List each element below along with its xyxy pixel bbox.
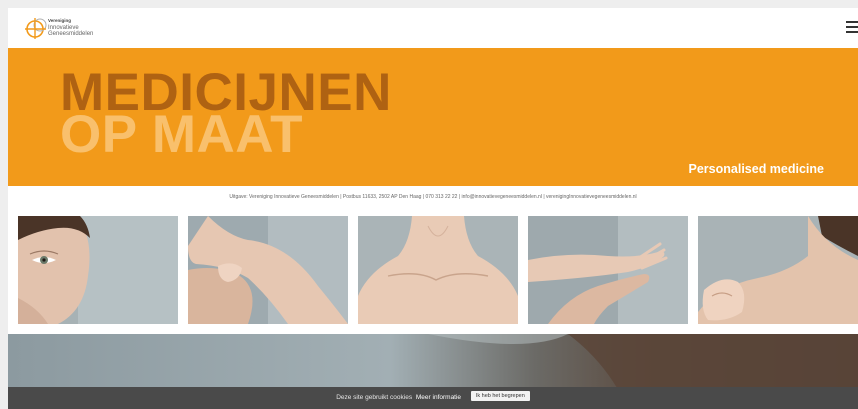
site-logo[interactable]: Vereniging Innovatieve Geneesmiddelen [22, 15, 112, 41]
cookie-bar: Deze site gebruikt cookies Meer informat… [8, 387, 858, 409]
hero-tagline: Personalised medicine [688, 162, 824, 176]
face-photo [18, 216, 178, 324]
photo-gallery [18, 216, 858, 326]
site-header: Vereniging Innovatieve Geneesmiddelen [8, 8, 858, 48]
page: Vereniging Innovatieve Geneesmiddelen ME… [8, 8, 858, 409]
cookie-message: Deze site gebruikt cookies [336, 394, 413, 402]
hero-banner: MEDICIJNEN OP MAAT Personalised medicine [8, 48, 858, 186]
logo-line-3: Geneesmiddelen [48, 31, 94, 37]
hamburger-menu-icon[interactable] [846, 21, 858, 33]
accept-cookies-button[interactable]: Ik heb het begrepen [470, 391, 530, 401]
more-info-link[interactable]: Meer informatie [416, 394, 461, 401]
contact-line: Uitgave: Vereniging Innovatieve Geneesmi… [229, 194, 637, 200]
logo-text: Vereniging Innovatieve Geneesmiddelen [48, 18, 93, 38]
shoulder-photo [698, 216, 858, 324]
hero-title-line-2: OP MAAT [60, 105, 303, 164]
chest-photo [358, 216, 518, 324]
arm-photo [188, 216, 348, 324]
cookie-bar-content: Deze site gebruikt cookies Meer informat… [8, 391, 858, 402]
hands-photo [528, 216, 688, 324]
